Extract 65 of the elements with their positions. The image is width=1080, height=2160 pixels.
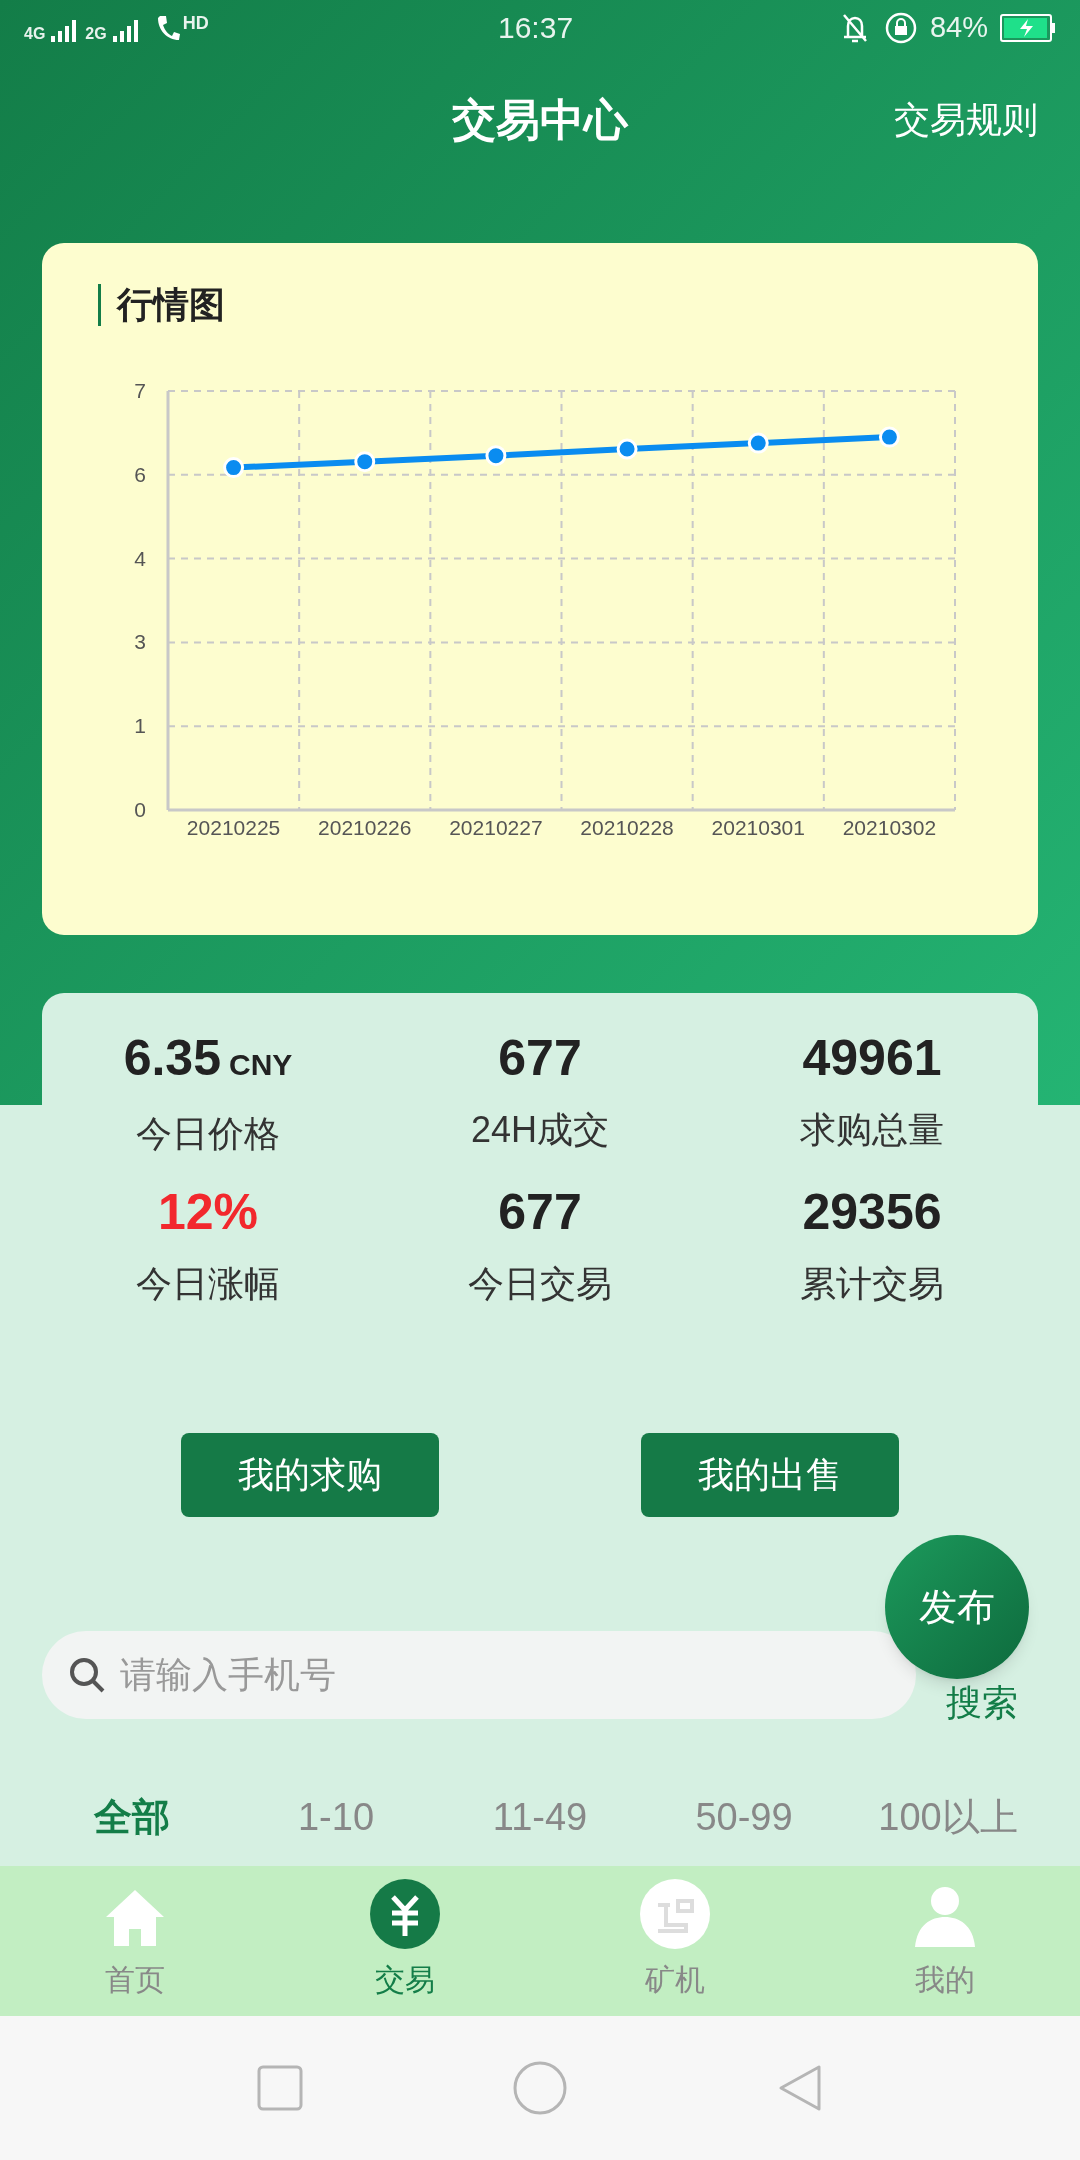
stat-label: 24H成交: [470, 1108, 609, 1152]
stat-label: 累计交易: [800, 1262, 944, 1306]
trade-rules-link[interactable]: 交易规则: [894, 93, 1038, 147]
x-tick-label: 20210302: [842, 816, 937, 839]
y-tick-label: 7: [134, 379, 146, 402]
nav-tab[interactable]: 我的: [810, 1866, 1080, 2016]
rotation-lock-icon: [883, 10, 918, 45]
chart-title: 行情图: [117, 283, 225, 327]
y-tick-label: 3: [134, 630, 146, 654]
filter-tab[interactable]: 100以上: [846, 1789, 1050, 1846]
y-tick-label: 6: [134, 462, 146, 486]
search-icon: [68, 1656, 106, 1694]
person-icon: [913, 1885, 977, 1949]
stat-label: 今日交易: [468, 1262, 612, 1306]
x-tick-label: 20210301: [711, 816, 805, 839]
x-tick-label: 20210226: [318, 816, 412, 839]
x-tick-label: 20210227: [449, 816, 543, 839]
back-icon[interactable]: [777, 2063, 823, 2113]
stat-value: 49961: [802, 1033, 942, 1083]
stat-label: 求购总量: [800, 1108, 944, 1152]
publish-button[interactable]: 发布: [885, 1535, 1029, 1679]
y-tick-label: 1: [134, 714, 146, 738]
stat-label: 今日涨幅: [136, 1262, 280, 1306]
title-accent-bar: [98, 284, 101, 326]
filter-tab[interactable]: 全部: [30, 1789, 234, 1846]
clock: 16:37: [498, 10, 574, 46]
y-tick-label: 4: [134, 546, 146, 570]
yen-icon: [370, 1879, 440, 1949]
currency-unit: CNY: [229, 1047, 293, 1083]
search-field[interactable]: 请输入手机号: [42, 1631, 916, 1719]
data-point: [354, 451, 376, 473]
recents-icon[interactable]: [257, 2065, 303, 2111]
my-buy-button[interactable]: 我的求购: [181, 1433, 439, 1517]
data-point: [485, 445, 507, 467]
nav-tab[interactable]: 交易: [270, 1866, 540, 2016]
x-tick-label: 20210228: [580, 816, 674, 839]
home-button-icon[interactable]: [513, 2061, 567, 2115]
data-point: [616, 438, 638, 460]
filter-tab[interactable]: 50-99: [642, 1789, 846, 1846]
signal-icon: [112, 17, 141, 42]
filter-tab[interactable]: 1-10: [234, 1789, 438, 1846]
battery-percent: 84%: [929, 9, 988, 45]
stat-value: 6.35: [123, 1033, 221, 1083]
my-sell-button[interactable]: 我的出售: [641, 1433, 899, 1517]
nav-tab[interactable]: 矿机: [540, 1866, 810, 2016]
home-icon: [104, 1887, 166, 1949]
nav-tab[interactable]: 首页: [0, 1866, 270, 2016]
network-label: 4G: [24, 25, 46, 42]
stat-label: 今日价格: [136, 1112, 280, 1156]
data-point: [878, 426, 900, 448]
machine-icon: [640, 1879, 710, 1949]
data-point: [223, 457, 245, 479]
stat-value: 12%: [157, 1187, 259, 1237]
hd-label: HD: [182, 13, 209, 32]
page-title: 交易中心: [452, 94, 628, 146]
stat-value: 677: [498, 1187, 582, 1237]
network-label: 2G: [85, 25, 107, 42]
search-button[interactable]: 搜索: [946, 1685, 1018, 1721]
battery-charging-icon: [1000, 13, 1056, 42]
stat-value: 29356: [802, 1187, 942, 1237]
filter-tab[interactable]: 11-49: [438, 1789, 642, 1846]
y-tick-label: 0: [134, 798, 146, 821]
x-tick-label: 20210225: [186, 816, 281, 839]
data-point: [747, 432, 769, 454]
stat-value: 677: [498, 1033, 582, 1083]
